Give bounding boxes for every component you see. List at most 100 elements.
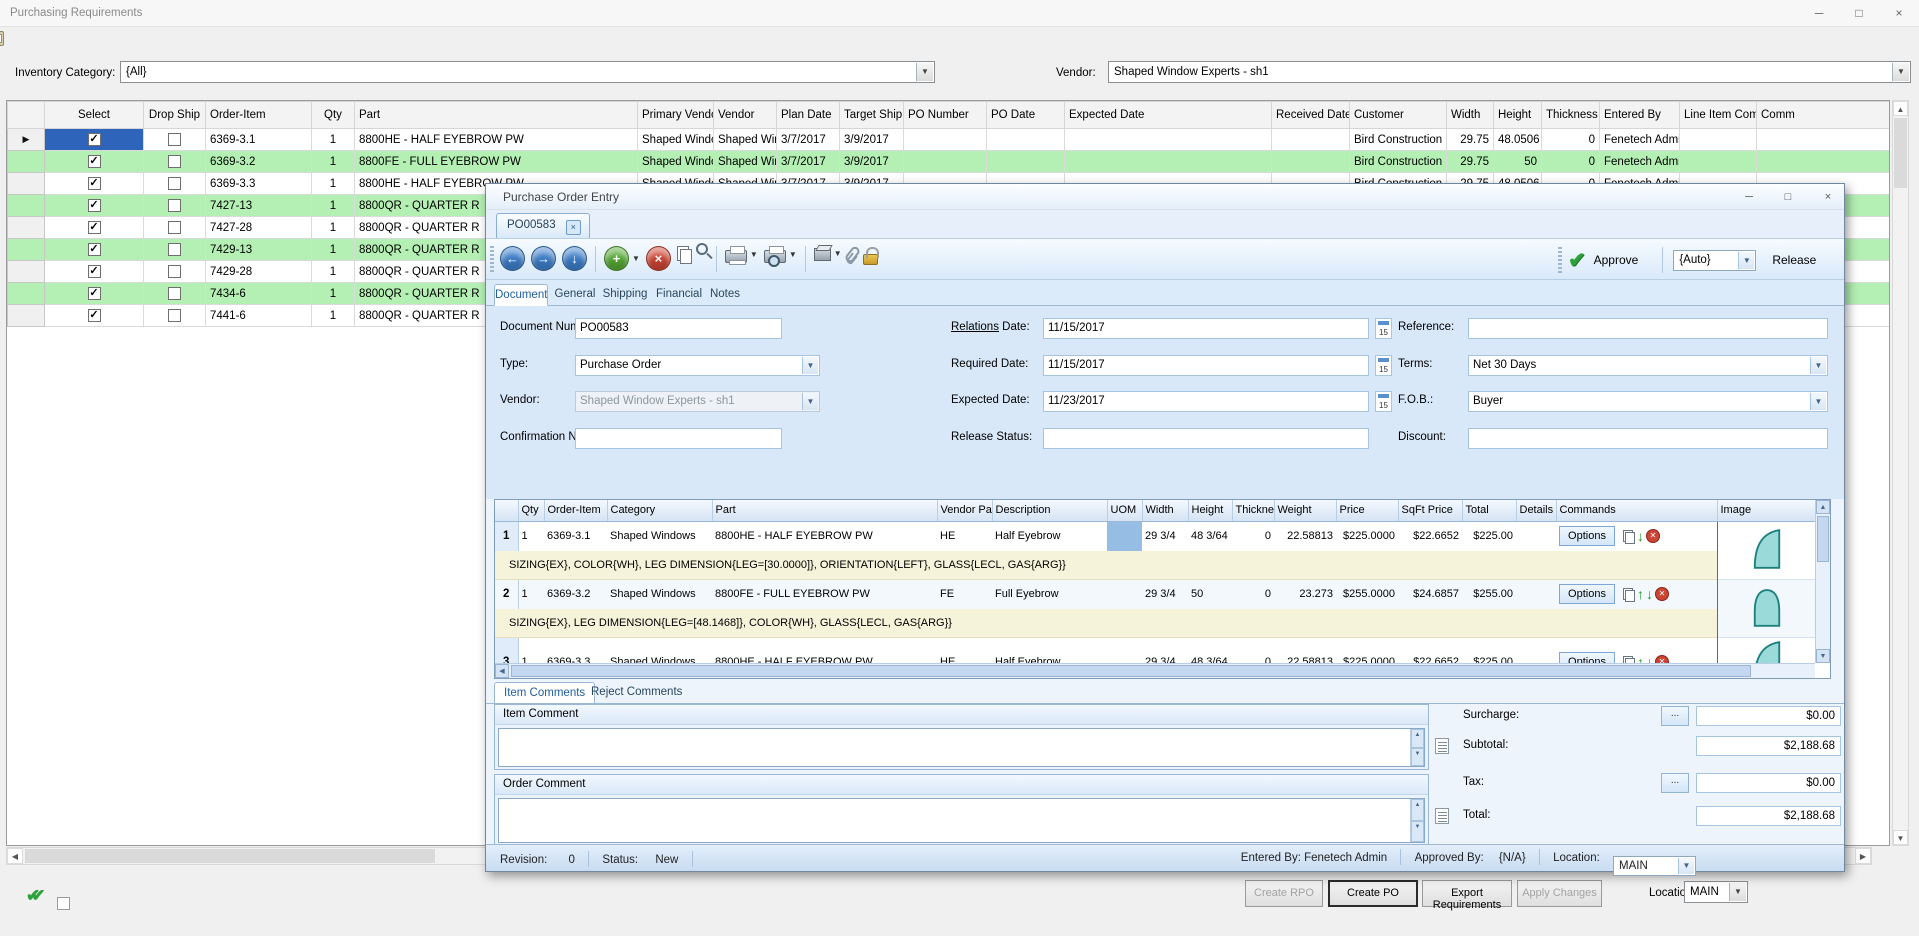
drop-ship-checkbox[interactable] [168, 155, 181, 168]
chevron-down-icon[interactable]: ▼ [834, 249, 842, 258]
calendar-icon[interactable] [1375, 391, 1392, 412]
row-selector[interactable] [8, 151, 45, 173]
chevron-down-icon[interactable]: ▼ [1729, 883, 1746, 901]
chevron-down-icon[interactable]: ▼ [1678, 858, 1694, 874]
approve-button[interactable]: Approve [1594, 253, 1639, 267]
release-mode-select[interactable]: {Auto} ▼ [1673, 250, 1756, 271]
select-checkbox[interactable] [88, 309, 101, 322]
grid-column-header-Width[interactable]: Width [1142, 500, 1188, 521]
copy-button[interactable] [677, 246, 690, 262]
tab-item-comments[interactable]: Item Comments [494, 682, 595, 704]
footer-location-select[interactable]: MAIN ▼ [1684, 881, 1748, 903]
calendar-icon[interactable] [1375, 318, 1392, 339]
grid-column-header-Thickness[interactable]: Thickness [1232, 500, 1274, 521]
tab-general[interactable]: General [552, 284, 598, 306]
column-header-Expected Date[interactable]: Expected Date [1065, 102, 1272, 129]
fob-field[interactable]: Buyer▼ [1468, 391, 1828, 412]
select-checkbox[interactable] [88, 243, 101, 256]
vendor-select[interactable]: Shaped Window Experts - sh1 ▼ [1108, 61, 1911, 83]
dialog-minimize-icon[interactable]: ─ [1734, 187, 1764, 207]
row-selector[interactable] [8, 217, 45, 239]
drop-ship-checkbox[interactable] [168, 309, 181, 322]
grid-column-header-UOM[interactable]: UOM [1107, 500, 1142, 521]
chevron-down-icon[interactable]: ▼ [1892, 63, 1909, 81]
column-header-row-selector[interactable] [8, 102, 45, 129]
legend-checkbox[interactable] [57, 897, 70, 910]
attach-button[interactable] [848, 246, 857, 263]
delete-line-icon[interactable]: ✕ [1646, 529, 1660, 543]
column-header-Height[interactable]: Height [1494, 102, 1542, 129]
move-down-icon[interactable]: ↓ [1637, 528, 1644, 544]
select-checkbox[interactable] [88, 133, 101, 146]
date-field[interactable]: 11/15/2017 [1043, 318, 1369, 339]
maximize-icon[interactable]: □ [1839, 0, 1879, 26]
select-checkbox[interactable] [88, 265, 101, 278]
select-checkbox[interactable] [88, 287, 101, 300]
notes-icon[interactable] [1435, 738, 1449, 754]
select-checkbox[interactable] [88, 199, 101, 212]
type-field[interactable]: Purchase Order▼ [575, 355, 820, 376]
grid-column-header-SqFt Price[interactable]: SqFt Price [1398, 500, 1462, 521]
grid-column-header-Vendor Part[interactable]: Vendor Part [937, 500, 992, 521]
column-header-Line Item Comment[interactable]: Line Item Comment [1680, 102, 1757, 129]
confirmationnumber-field[interactable] [575, 428, 782, 449]
copy-line-icon[interactable] [1623, 588, 1634, 601]
dialog-close-icon[interactable]: × [1813, 187, 1843, 207]
select-checkbox[interactable] [88, 177, 101, 190]
column-header-Select[interactable]: Select [45, 102, 144, 129]
close-icon[interactable]: × [1879, 0, 1919, 26]
chevron-down-icon[interactable]: ▼ [789, 250, 797, 259]
comment-spinner[interactable]: ▲▼ [1410, 729, 1424, 766]
lock-button[interactable] [863, 246, 878, 265]
delete-button[interactable] [646, 246, 671, 271]
grid-vertical-scrollbar[interactable]: ▲ ▼ [1815, 500, 1830, 663]
column-header-Received Date[interactable]: Received Date [1272, 102, 1350, 129]
scroll-left-icon[interactable]: ◀ [495, 664, 509, 678]
row-selector[interactable]: ▶ [8, 129, 45, 151]
scroll-up-icon[interactable]: ▲ [1893, 101, 1908, 116]
move-up-icon[interactable]: ↑ [1637, 586, 1644, 602]
comment-spinner[interactable]: ▲▼ [1410, 799, 1424, 842]
copy-line-icon[interactable] [1623, 530, 1634, 543]
scroll-left-icon[interactable]: ◀ [7, 848, 23, 864]
tab-notes[interactable]: Notes [704, 284, 746, 306]
grid-column-header-Total[interactable]: Total [1462, 500, 1516, 521]
order-comment-textarea[interactable]: ▲▼ [498, 798, 1425, 843]
column-header-PO Date[interactable]: PO Date [987, 102, 1065, 129]
release-button[interactable]: Release [1772, 253, 1816, 267]
grid-column-header-Height[interactable]: Height [1188, 500, 1232, 521]
reference-field[interactable] [1468, 318, 1828, 339]
column-header-PO Number[interactable]: PO Number [904, 102, 987, 129]
column-header-Order-Item[interactable]: Order-Item [206, 102, 312, 129]
grid-column-header-Commands[interactable]: Commands [1556, 500, 1717, 521]
grid-item-row[interactable]: 216369-3.2Shaped Windows8800FE - FULL EY… [495, 579, 1817, 609]
print-icon[interactable] [0, 31, 4, 46]
row-selector[interactable] [8, 195, 45, 217]
inventory-category-select[interactable]: {All} ▼ [120, 61, 935, 83]
down-button[interactable] [562, 246, 587, 271]
chevron-down-icon[interactable]: ▼ [802, 357, 818, 374]
scroll-right-icon[interactable]: ▶ [1855, 848, 1871, 864]
column-header-Comm[interactable]: Comm [1757, 102, 1891, 129]
chevron-down-icon[interactable]: ▼ [916, 63, 933, 81]
grid-horizontal-scrollbar[interactable]: ◀ [495, 663, 1815, 678]
drop-ship-checkbox[interactable] [168, 243, 181, 256]
export-requirements-button[interactable]: Export Requirements [1422, 880, 1512, 907]
tab-reject-comments[interactable]: Reject Comments [582, 682, 691, 704]
grid-column-header-Qty[interactable]: Qty [518, 500, 544, 521]
column-header-Part[interactable]: Part [355, 102, 638, 129]
expecteddate-field[interactable]: 11/23/2017 [1043, 391, 1369, 412]
scroll-down-icon[interactable]: ▼ [1816, 649, 1830, 663]
drop-ship-checkbox[interactable] [168, 265, 181, 278]
row-selector[interactable] [8, 261, 45, 283]
chevron-down-icon[interactable]: ▼ [1810, 357, 1826, 374]
drop-ship-checkbox[interactable] [168, 133, 181, 146]
tab-close-icon[interactable]: × [566, 220, 581, 235]
documentnumber-field[interactable]: PO00583 [575, 318, 782, 339]
back-button[interactable] [500, 246, 525, 271]
item-comment-textarea[interactable]: ▲▼ [498, 728, 1425, 767]
move-down-icon[interactable]: ↓ [1646, 586, 1653, 602]
tab-financial[interactable]: Financial [652, 284, 706, 306]
select-checkbox[interactable] [88, 155, 101, 168]
column-header-Plan Date[interactable]: Plan Date [777, 102, 840, 129]
